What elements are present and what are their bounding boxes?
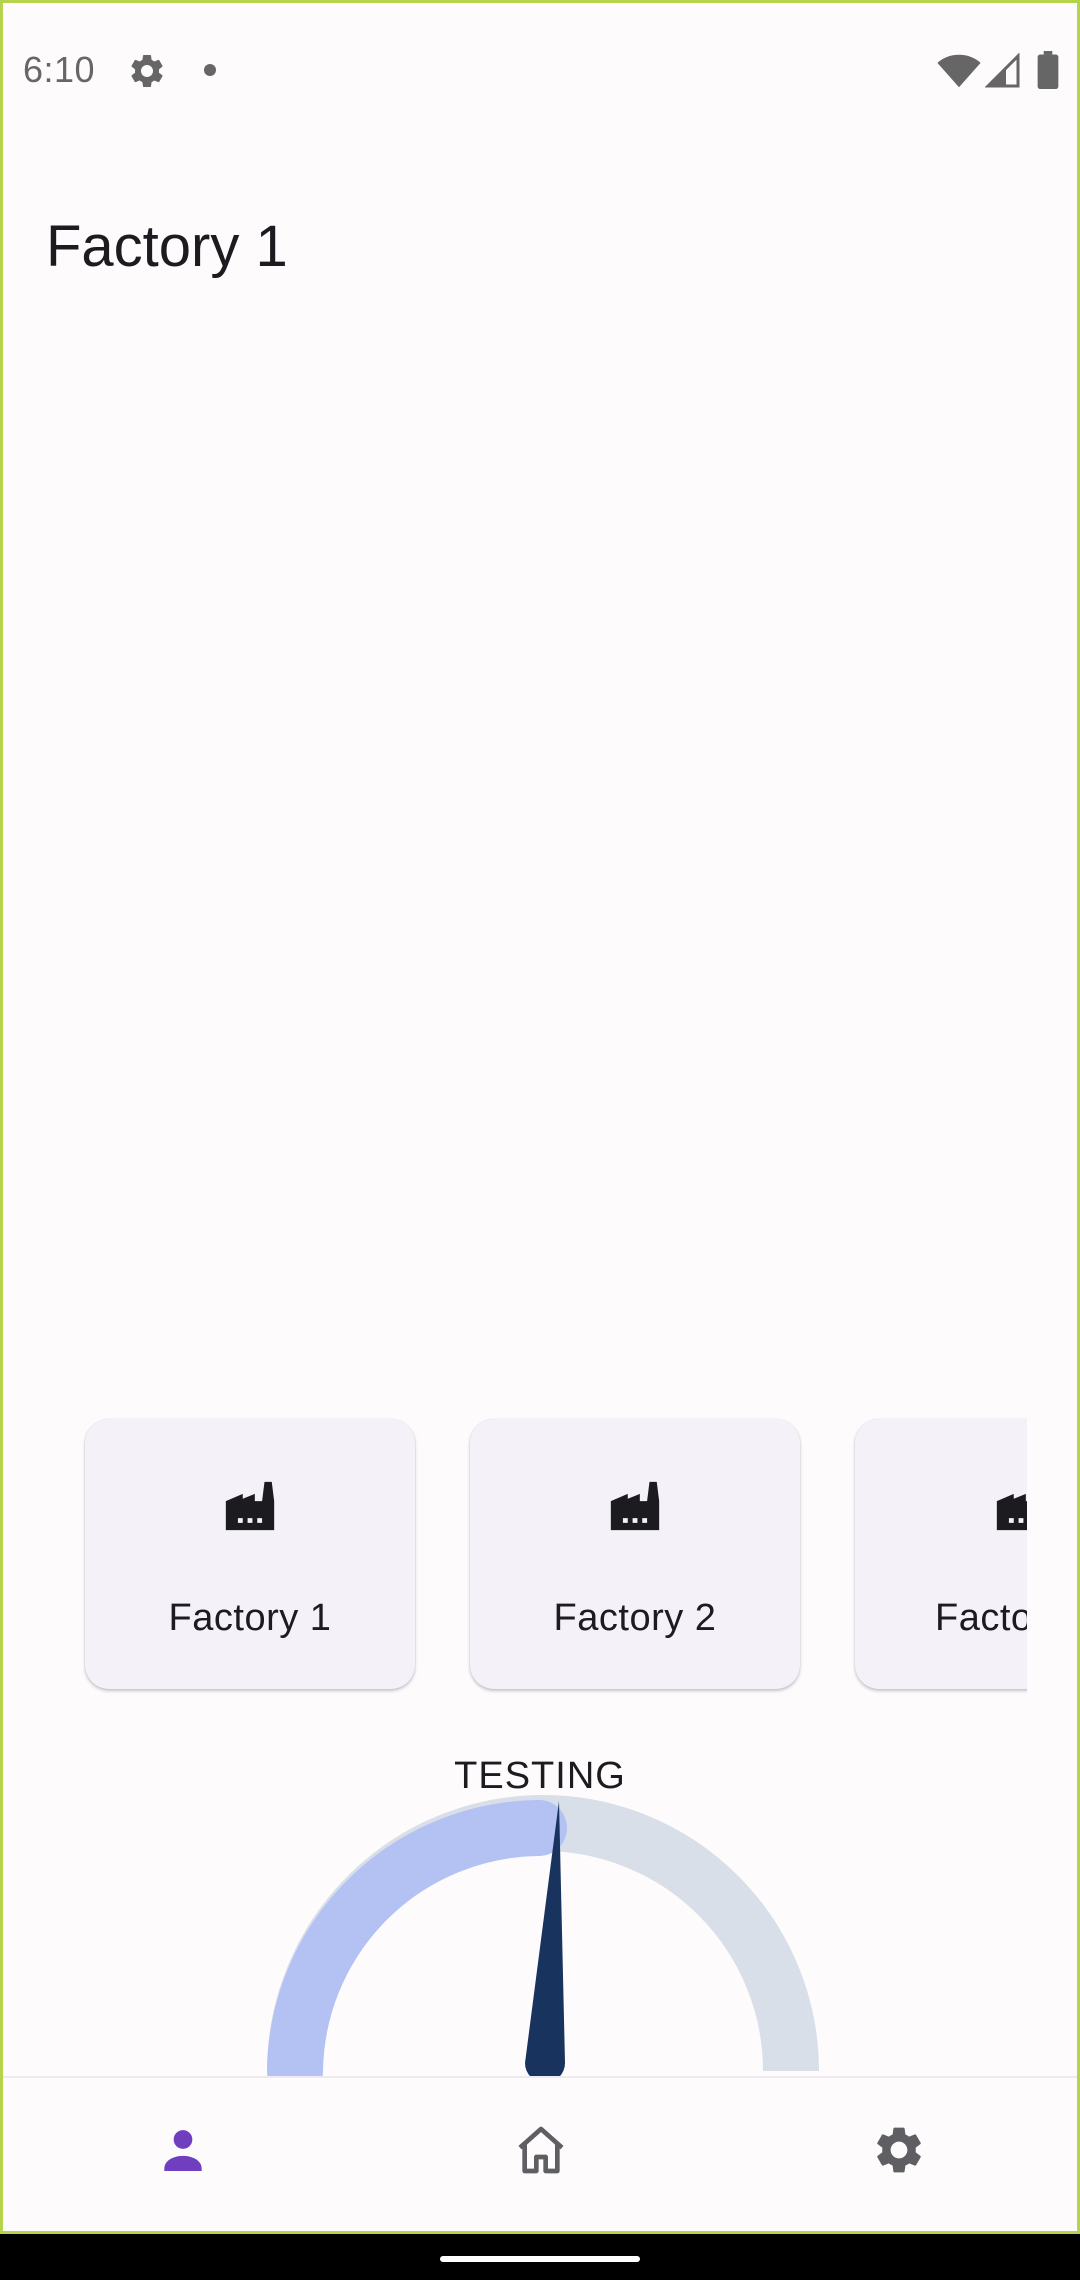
battery-icon <box>1037 51 1059 89</box>
card-label: Factory 2 <box>553 1597 717 1639</box>
notification-dot-icon <box>204 64 216 76</box>
factory-card[interactable]: Factory 3 <box>855 1419 1027 1689</box>
profile-icon <box>164 2130 202 2171</box>
app-screen: 6:10 Factory 1 Factory 1 Factory 2 Fact … <box>0 0 1080 2234</box>
wifi-icon <box>937 54 981 88</box>
home-icon <box>518 2126 564 2174</box>
gear-icon <box>131 54 163 87</box>
settings-icon <box>877 2127 921 2173</box>
factory-card[interactable]: Factory 2 <box>470 1419 800 1689</box>
gauge-label: TESTING <box>454 1755 626 1797</box>
factory-carousel[interactable]: Factory 1 Factory 2 Factory 3 <box>83 1417 1027 1697</box>
nav-profile[interactable] <box>3 2078 361 2231</box>
factory-icon <box>225 1481 275 1531</box>
card-label: Factory 1 <box>168 1597 332 1639</box>
gesture-handle[interactable] <box>440 2256 640 2262</box>
signal-icon <box>985 53 1020 88</box>
card-label: Factory 3 <box>935 1597 1027 1639</box>
page-title: Factory 1 <box>46 214 288 279</box>
factory-icon <box>996 1493 1027 1531</box>
status-time: 6:10 <box>23 49 96 90</box>
nav-settings[interactable] <box>719 2078 1077 2231</box>
bottom-navigation <box>3 2076 1077 2231</box>
factory-icon <box>610 1481 660 1531</box>
gauge <box>267 1795 819 2078</box>
gauge-fill <box>267 1800 567 2078</box>
status-bar: 6:10 <box>3 3 1077 137</box>
nav-home[interactable] <box>361 2078 719 2231</box>
factory-card[interactable]: Factory 1 <box>85 1419 415 1689</box>
